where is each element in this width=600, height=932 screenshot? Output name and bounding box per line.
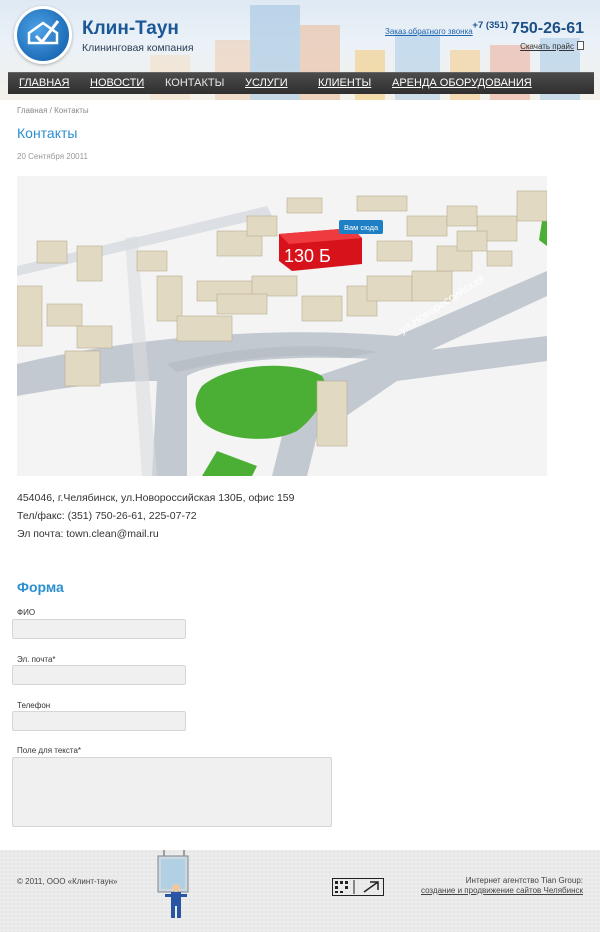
house-check-icon (27, 20, 60, 45)
phone-digits: 750-26-61 (511, 20, 584, 37)
window-cleaner-illustration (157, 850, 189, 918)
message-textarea[interactable] (12, 757, 332, 827)
building-label: 130 Б (284, 246, 331, 266)
logo-subtitle: Клининговая компания (82, 42, 194, 54)
nav-item-news[interactable]: Новости (90, 77, 144, 89)
download-price-link[interactable]: Скачать прайс (520, 41, 584, 51)
phone-input[interactable] (12, 711, 186, 731)
site-header: Клин-Таун Клининговая компания Заказ обр… (0, 0, 600, 100)
message-label: Поле для текста* (17, 746, 82, 755)
nav-item-home[interactable]: Главная (19, 77, 69, 89)
agency-link[interactable]: создание и продвижение сайтов Челябинск (421, 886, 583, 896)
fio-label: ФИО (17, 608, 36, 617)
nav-item-clients[interactable]: Клиенты (318, 77, 371, 89)
contact-phone: Тел/факс: (351) 750-26-61, 225-07-72 (17, 510, 197, 522)
email-label: Эл. почта* (17, 655, 56, 664)
company-logo[interactable] (14, 6, 72, 64)
document-icon (577, 41, 584, 50)
map-illustration: ул.Новороссийская 130 Б Вам сюда (17, 176, 547, 476)
contact-address: 454046, г.Челябинск, ул.Новороссийская 1… (17, 492, 295, 504)
fio-input[interactable] (12, 619, 186, 639)
agency-line: Интернет агентство Tian Group: (465, 876, 583, 885)
location-map[interactable]: ул.Новороссийская 130 Б Вам сюда (17, 176, 547, 476)
agency-credit: Интернет агентство Tian Group: создание … (421, 876, 583, 896)
publish-date: 20 Сентября 20011 (17, 152, 88, 161)
phone-label: Телефон (17, 701, 51, 710)
copyright: © 2011, ООО «Клинт-таун» (17, 877, 118, 886)
phone-code: +7 (351) (472, 20, 509, 31)
nav-item-contacts[interactable]: Контакты (165, 77, 224, 89)
form-title: Форма (17, 579, 64, 595)
download-price-label: Скачать прайс (520, 42, 574, 51)
main-navigation: Главная Новости Контакты Услуги Клиенты … (8, 72, 594, 94)
email-input[interactable] (12, 665, 186, 685)
contact-email: Эл почта: town.clean@mail.ru (17, 528, 159, 540)
agency-logo-icon[interactable] (332, 878, 384, 896)
callback-request-link[interactable]: Заказ обратного звонка (385, 27, 473, 36)
nav-item-services[interactable]: Услуги (245, 77, 288, 89)
nav-item-equipment-rental[interactable]: Аренда оборудования (392, 77, 532, 89)
breadcrumb[interactable]: Главная / Контакты (17, 106, 89, 115)
site-footer: © 2011, ООО «Клинт-таун» Интернет агентс… (0, 850, 600, 932)
logo-title: Клин-Таун (82, 18, 179, 39)
phone-number: +7 (351) 750-26-61 (472, 20, 584, 38)
map-marker-label: Вам сюда (344, 223, 379, 232)
page-title: Контакты (17, 125, 78, 141)
